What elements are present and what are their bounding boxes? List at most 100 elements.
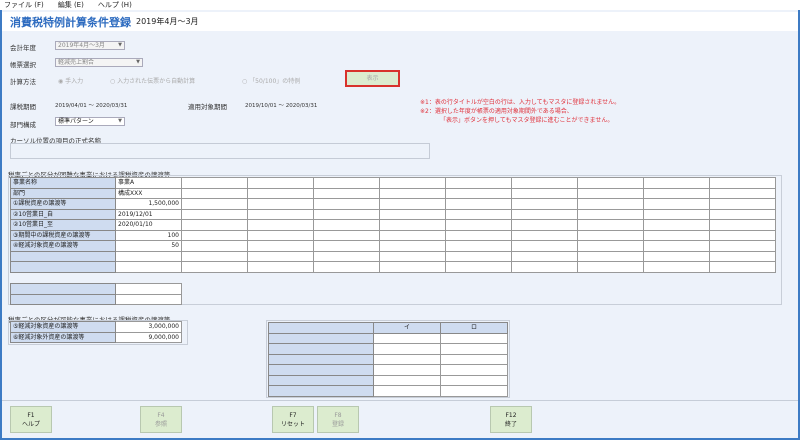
grid-cell[interactable]: [313, 229, 380, 241]
grid-cell[interactable]: [373, 385, 441, 397]
grid-cell[interactable]: [643, 208, 710, 220]
grid-cell[interactable]: [511, 198, 578, 210]
grid-cell[interactable]: [440, 374, 508, 386]
grid-cell[interactable]: [181, 219, 248, 231]
grid-cell[interactable]: [181, 261, 248, 273]
grid-cell[interactable]: [247, 177, 314, 189]
grid-cell[interactable]: 100: [115, 229, 182, 241]
grid-cell[interactable]: [643, 250, 710, 262]
grid-cell[interactable]: [511, 187, 578, 199]
grid-cell[interactable]: 事業A: [115, 177, 182, 189]
grid-cell[interactable]: [440, 353, 508, 365]
grid-cell[interactable]: [577, 177, 644, 189]
grid-cell[interactable]: 構成XXX: [115, 187, 182, 199]
fkey-f1-button[interactable]: F1 ヘルプ: [10, 406, 52, 433]
grid-cell[interactable]: [577, 219, 644, 231]
radio-auto[interactable]: ○ 入力された伝票から自動計算: [110, 76, 195, 85]
grid-cell[interactable]: [445, 229, 512, 241]
grid-cell[interactable]: [709, 208, 776, 220]
grid-cell[interactable]: [643, 229, 710, 241]
grid-cell[interactable]: [709, 177, 776, 189]
grid-cell[interactable]: [115, 293, 182, 305]
grid-cell[interactable]: [577, 240, 644, 252]
menu-file[interactable]: ファイル (F): [4, 0, 44, 10]
grid-cell[interactable]: [379, 250, 446, 262]
grid-cell[interactable]: [709, 261, 776, 273]
grid-cell[interactable]: [440, 332, 508, 344]
grid-cell[interactable]: [511, 177, 578, 189]
grid-cell[interactable]: [643, 240, 710, 252]
grid-cell[interactable]: [511, 261, 578, 273]
grid-cell[interactable]: [181, 198, 248, 210]
grid-cell[interactable]: [577, 261, 644, 273]
grid-cell[interactable]: [643, 198, 710, 210]
grid-cell[interactable]: [445, 261, 512, 273]
fiscal-year-select[interactable]: 2019年4月～3月 ▼: [55, 41, 125, 50]
grid-cell[interactable]: [511, 250, 578, 262]
grid-cell[interactable]: [379, 229, 446, 241]
grid-cell[interactable]: [440, 364, 508, 376]
grid-cell[interactable]: [511, 240, 578, 252]
grid-cell[interactable]: [445, 208, 512, 220]
grid-cell[interactable]: [643, 177, 710, 189]
grid-cell[interactable]: [181, 240, 248, 252]
grid-cell[interactable]: [181, 177, 248, 189]
menu-help[interactable]: ヘルプ (H): [98, 0, 132, 10]
grid-cell[interactable]: [373, 353, 441, 365]
grid-cell[interactable]: [709, 240, 776, 252]
grid-cell[interactable]: [247, 261, 314, 273]
grid-cell[interactable]: [445, 250, 512, 262]
menu-edit[interactable]: 編集 (E): [58, 0, 84, 10]
grid-cell[interactable]: [511, 229, 578, 241]
grid-cell[interactable]: [577, 187, 644, 199]
grid-cell[interactable]: [373, 343, 441, 355]
grid-cell[interactable]: [313, 187, 380, 199]
grid-cell[interactable]: [313, 208, 380, 220]
grid-cell[interactable]: 9,000,000: [115, 331, 182, 343]
grid-cell[interactable]: [313, 177, 380, 189]
grid-cell[interactable]: [445, 177, 512, 189]
grid-cell[interactable]: [511, 219, 578, 231]
grid-cell[interactable]: [379, 187, 446, 199]
grid-cell[interactable]: [115, 250, 182, 262]
grid-cell[interactable]: [373, 364, 441, 376]
grid-cell[interactable]: 2019/12/01: [115, 208, 182, 220]
grid-cell[interactable]: [709, 187, 776, 199]
fkey-f7-button[interactable]: F7 リセット: [272, 406, 314, 433]
show-button[interactable]: 表示: [345, 70, 400, 87]
grid-cell[interactable]: 2020/01/10: [115, 219, 182, 231]
grid-cell[interactable]: [643, 219, 710, 231]
fkey-f12-button[interactable]: F12 終了: [490, 406, 532, 433]
grid-cell[interactable]: [379, 198, 446, 210]
grid-cell[interactable]: [440, 343, 508, 355]
grid-cell[interactable]: [115, 283, 182, 295]
grid-cell[interactable]: 1,500,000: [115, 198, 182, 210]
grid-cell[interactable]: [373, 332, 441, 344]
grid-cell[interactable]: [379, 177, 446, 189]
grid-cell[interactable]: [181, 250, 248, 262]
grid-cell[interactable]: [115, 261, 182, 273]
grid-cell[interactable]: [247, 208, 314, 220]
grid-cell[interactable]: [709, 250, 776, 262]
grid-cell[interactable]: [181, 187, 248, 199]
grid-cell[interactable]: [445, 198, 512, 210]
grid-cell[interactable]: [445, 219, 512, 231]
grid-cell[interactable]: [247, 198, 314, 210]
grid-cell[interactable]: [445, 240, 512, 252]
grid-cell[interactable]: [709, 219, 776, 231]
grid-cell[interactable]: [313, 250, 380, 262]
grid-cell[interactable]: [445, 187, 512, 199]
grid-cell[interactable]: [313, 198, 380, 210]
radio-manual[interactable]: ◉ 手入力: [58, 76, 83, 85]
grid-cell[interactable]: [247, 219, 314, 231]
dept-select[interactable]: 標準パターン ▼: [55, 117, 125, 126]
grid-cell[interactable]: [577, 208, 644, 220]
form-select[interactable]: 軽減売上割合 ▼: [55, 58, 143, 67]
grid-cell[interactable]: [577, 229, 644, 241]
grid-cell[interactable]: [709, 229, 776, 241]
radio-special[interactable]: ○ 「50/100」の特例: [242, 76, 300, 85]
grid-cell[interactable]: 50: [115, 240, 182, 252]
grid-cell[interactable]: [440, 385, 508, 397]
grid-cell[interactable]: [313, 219, 380, 231]
grid-cell[interactable]: [577, 250, 644, 262]
